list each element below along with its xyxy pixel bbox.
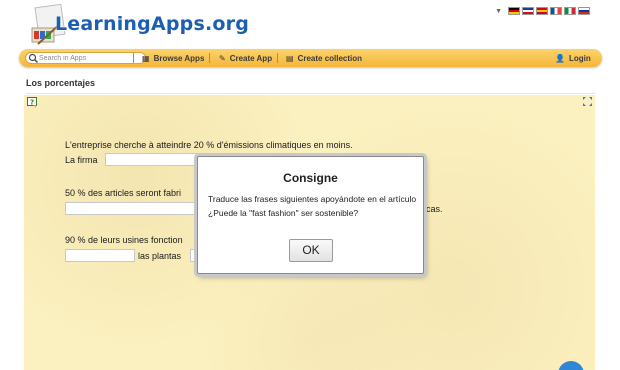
browse-apps-label: Browse Apps: [153, 53, 205, 63]
exercise-suffix-2: icas.: [424, 204, 443, 214]
browse-apps-button[interactable]: ▦ Browse Apps: [142, 52, 204, 64]
main-toolbar: ▦ Browse Apps ✎ Create App ▤ Create coll…: [19, 49, 602, 67]
toolbar-divider: [133, 53, 134, 63]
exercise-sentence-2: 50 % des articles seront fabri: [65, 188, 182, 198]
create-app-button[interactable]: ✎ Create App: [219, 52, 272, 64]
pencil-icon: ✎: [219, 53, 226, 63]
answer-field-3[interactable]: [65, 249, 135, 262]
search-input[interactable]: [39, 53, 139, 63]
flag-it-icon[interactable]: [564, 7, 576, 15]
flag-ru-icon[interactable]: [578, 7, 590, 15]
toolbar-divider: [277, 53, 278, 63]
create-app-label: Create App: [229, 53, 273, 63]
login-button[interactable]: 👤 Login: [555, 52, 591, 64]
toolbar-divider: [209, 53, 210, 63]
search-box[interactable]: [25, 52, 146, 64]
flag-de-icon[interactable]: [508, 7, 520, 15]
exercise-mid-3: las plantas: [138, 251, 182, 261]
login-label: Login: [568, 53, 591, 63]
logo[interactable]: LearningApps.org: [24, 2, 249, 50]
exercise-prefix-1: La firma: [65, 155, 98, 165]
page-title: Los porcentajes: [26, 78, 96, 88]
search-icon: [28, 53, 38, 63]
dialog-title: Consigne: [283, 171, 338, 185]
logo-text: LearningApps.org: [55, 13, 250, 35]
dialog-body: Traduce las frases siguientes apoyándote…: [208, 194, 417, 218]
answer-field-1[interactable]: [105, 153, 197, 166]
page: LearningApps.org ▼ ▦ Browse Apps ✎ Creat…: [0, 0, 620, 370]
ok-button[interactable]: OK: [289, 239, 333, 262]
flag-fr-icon[interactable]: [550, 7, 562, 15]
collection-icon: ▤: [286, 53, 294, 63]
answer-field-2[interactable]: [65, 202, 197, 215]
title-divider: [26, 93, 595, 94]
instructions-dialog: Consigne Traduce las frases siguientes a…: [197, 156, 424, 274]
fullscreen-icon[interactable]: [583, 97, 592, 106]
create-collection-label: Create collection: [297, 53, 363, 63]
exercise-sentence-1: L'entreprise cherche à atteindre 20 % d'…: [65, 140, 353, 150]
user-icon: 👤: [555, 53, 565, 63]
flag-en-icon[interactable]: [522, 7, 534, 15]
grid-icon: ▦: [142, 53, 150, 63]
exercise-sentence-3: 90 % de leurs usines fonction: [65, 235, 183, 245]
language-selector[interactable]: ▼: [495, 7, 590, 15]
caret-down-icon[interactable]: ▼: [495, 8, 502, 15]
help-icon[interactable]: ?: [27, 97, 38, 108]
flag-es-icon[interactable]: [536, 7, 548, 15]
create-collection-button[interactable]: ▤ Create collection: [286, 52, 362, 64]
